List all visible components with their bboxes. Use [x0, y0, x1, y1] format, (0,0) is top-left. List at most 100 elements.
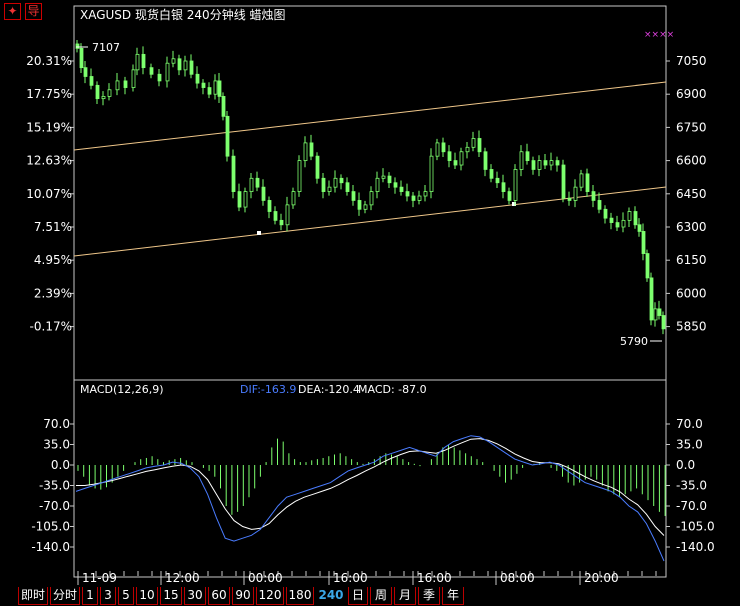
candle-body	[201, 82, 206, 88]
candle-body	[393, 182, 398, 188]
candle-body	[225, 115, 230, 157]
candle-body	[89, 76, 94, 86]
candle-body	[345, 182, 350, 192]
candle-body	[405, 191, 410, 197]
tab-季[interactable]: 季	[418, 587, 440, 605]
time-axis: 11-09 12:00 00:00 16:00 16:00 08:00 20:00	[77, 571, 657, 585]
candle-body	[653, 308, 658, 321]
left-tick-label: 20.31%	[26, 54, 72, 68]
candle-body	[303, 142, 308, 161]
period-tab-bar: 即时 分时 1 3 5 10 15 30 60 90 120 180 240 日周月季年	[0, 585, 740, 606]
candle-body	[495, 177, 500, 184]
chart-canvas[interactable]: XAGUSD 现货白银 240分钟线 蜡烛图 ×××× 20.31% 17.75%…	[0, 0, 740, 606]
candle-body	[387, 175, 392, 184]
corner-mark: ××××	[644, 30, 674, 40]
tab-3[interactable]: 3	[100, 587, 116, 605]
left-tick-label: 2.39%	[34, 286, 72, 300]
macd-right-tick-label: -35.0	[676, 479, 707, 493]
macd-value-label: MACD: -87.0	[358, 383, 427, 396]
candle-body	[549, 160, 554, 166]
macd-right-tick-label: -105.0	[676, 520, 715, 534]
candle-body	[135, 53, 140, 71]
high-label: 7107	[92, 41, 120, 54]
candle-body	[171, 58, 176, 64]
candle-body	[417, 195, 422, 201]
candle-body	[183, 60, 188, 71]
tab-240[interactable]: 240	[316, 587, 346, 605]
candle-body	[585, 173, 590, 192]
macd-right-tick-label: 0.0	[676, 458, 695, 472]
candle-body	[579, 173, 584, 188]
left-tick-label: 10.07%	[26, 187, 72, 201]
candle-body	[83, 67, 88, 77]
tab-即时[interactable]: 即时	[18, 587, 48, 605]
tab-30[interactable]: 30	[184, 587, 206, 605]
left-tick-label: 17.75%	[26, 87, 72, 101]
candle-body	[567, 197, 572, 201]
macd-title: MACD(12,26,9)	[80, 383, 164, 396]
candle-body	[189, 60, 194, 75]
candle-body	[435, 142, 440, 157]
tab-120[interactable]: 120	[256, 587, 284, 605]
tab-90[interactable]: 90	[232, 587, 254, 605]
candle-body	[141, 53, 146, 69]
candle-body	[369, 191, 374, 206]
candle-body	[157, 73, 162, 82]
right-tick-label: 5850	[676, 320, 707, 334]
candle-body	[115, 80, 120, 91]
macd-dea-label: DEA:-120.4	[298, 383, 360, 396]
candlestick-series	[75, 39, 666, 335]
candle-body	[591, 191, 596, 201]
candle-body	[423, 191, 428, 197]
candle-body	[483, 151, 488, 170]
macd-right-tick-label: 35.0	[676, 438, 703, 452]
candle-body	[231, 155, 236, 192]
time-label: 00:00	[248, 571, 283, 585]
tab-60[interactable]: 60	[208, 587, 230, 605]
tab-年[interactable]: 年	[442, 587, 464, 605]
low-label: 5790	[620, 335, 648, 348]
macd-right-tick-label: -70.0	[676, 499, 707, 513]
tab-日[interactable]: 日	[348, 587, 368, 605]
candle-body	[381, 175, 386, 179]
channel-upper-line	[73, 81, 667, 151]
candle-body	[217, 80, 222, 97]
macd-left-tick-label: -35.0	[39, 479, 70, 493]
tab-1[interactable]: 1	[82, 587, 98, 605]
candle-body	[633, 211, 638, 226]
chart-frame	[73, 5, 667, 578]
tab-月[interactable]: 月	[394, 587, 416, 605]
candle-body	[237, 191, 242, 208]
tab-周[interactable]: 周	[370, 587, 392, 605]
candle-body	[609, 217, 614, 223]
candle-body	[357, 200, 362, 210]
candle-body	[561, 164, 566, 199]
candle-body	[195, 73, 200, 84]
candle-body	[339, 177, 344, 184]
chart-title: XAGUSD 现货白银 240分钟线 蜡烛图	[80, 7, 286, 22]
candle-body	[411, 195, 416, 201]
macd-right-tick-label: 70.0	[676, 417, 703, 431]
candle-body	[177, 58, 182, 71]
candle-body	[273, 211, 278, 221]
candle-body	[107, 89, 112, 97]
macd-left-tick-label: 35.0	[43, 438, 70, 452]
macd-axis: 70.0 70.0 35.0 35.0 0.0 0.0 -35.0 -35.0 -70.0 -70…	[31, 417, 714, 554]
candle-body	[641, 231, 646, 254]
tab-5[interactable]: 5	[118, 587, 134, 605]
tab-10[interactable]: 10	[136, 587, 158, 605]
tab-15[interactable]: 15	[160, 587, 182, 605]
candle-body	[447, 151, 452, 162]
macd-left-tick-label: 0.0	[51, 458, 70, 472]
tab-180[interactable]: 180	[286, 587, 314, 605]
candle-body	[267, 200, 272, 212]
macd-left-tick-label: -105.0	[31, 520, 70, 534]
candle-body	[221, 96, 226, 117]
candle-body	[279, 219, 284, 226]
tab-分时[interactable]: 分时	[50, 587, 80, 605]
candle-body	[363, 204, 368, 210]
candle-body	[637, 224, 642, 232]
candle-body	[321, 177, 326, 192]
left-tick-label: -0.17%	[30, 320, 72, 334]
left-tick-label: 4.95%	[34, 253, 72, 267]
